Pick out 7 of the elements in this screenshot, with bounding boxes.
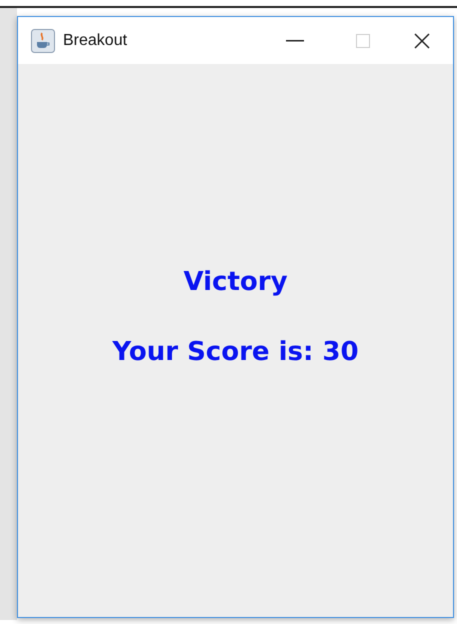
- score-text: Your Score is: 30: [112, 337, 359, 367]
- result-heading: Victory: [183, 267, 288, 297]
- coffee-cup-icon: [31, 28, 55, 52]
- maximize-icon: [356, 34, 370, 48]
- window-title: Breakout: [63, 30, 128, 50]
- close-icon: [414, 32, 430, 48]
- minimize-icon: [286, 40, 304, 42]
